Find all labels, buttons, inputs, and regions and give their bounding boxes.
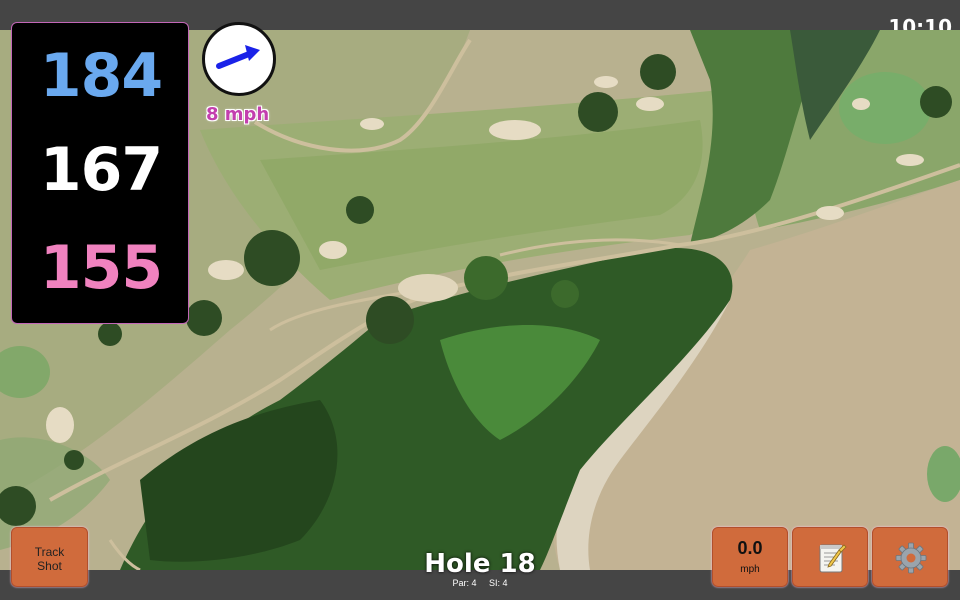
speed-unit: mph (740, 564, 760, 575)
hole-par: Par: 4 (452, 578, 477, 588)
track-shot-label-line2: Shot (37, 559, 62, 573)
gear-icon (895, 542, 927, 574)
track-shot-label-line1: Track (34, 545, 65, 559)
track-shot-button[interactable]: Track Shot (11, 527, 88, 587)
notes-button[interactable] (792, 527, 868, 587)
front-distance: 155 (39, 233, 163, 303)
hole-stroke-index: SI: 4 (489, 578, 508, 588)
arrow-icon (216, 45, 260, 69)
distance-panel: 184 167 155 (11, 22, 189, 324)
middle-distance: 167 (39, 135, 163, 205)
settings-button[interactable] (872, 527, 948, 587)
wind-direction-dial (202, 22, 276, 96)
speed-button[interactable]: 0.0 mph (712, 527, 788, 587)
notepad-icon (819, 544, 847, 573)
back-distance: 184 (39, 41, 163, 111)
speed-value: 0.0 (737, 538, 763, 558)
hole-info: Par: 4 SI: 4 (380, 578, 580, 588)
wind-speed: 8 mph (206, 104, 270, 125)
hole-title: Hole 18 (424, 549, 536, 579)
